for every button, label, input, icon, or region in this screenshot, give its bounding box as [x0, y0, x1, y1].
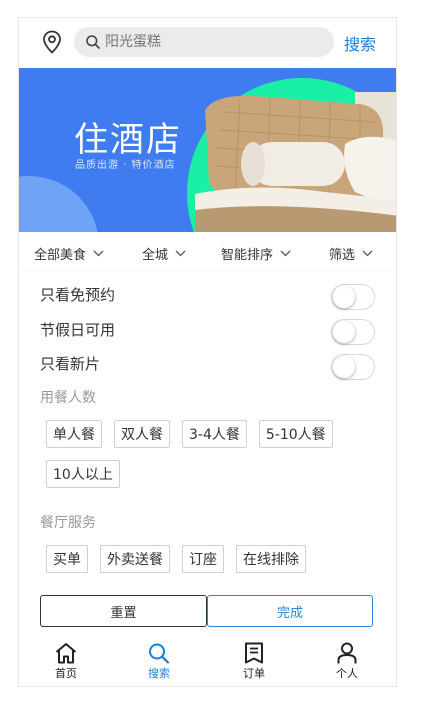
- service-option[interactable]: 在线排除: [236, 545, 306, 573]
- search-input[interactable]: [105, 34, 305, 50]
- filter-sort[interactable]: 智能排序: [221, 244, 291, 263]
- diners-section-title: 用餐人数: [40, 390, 96, 406]
- search-icon: [86, 35, 100, 49]
- tab-search[interactable]: 搜索: [129, 642, 189, 681]
- toggle-label-holiday: 节假日可用: [40, 321, 116, 339]
- bottom-tab-bar: 首页 搜索 订单 个人: [19, 640, 396, 686]
- done-button[interactable]: 完成: [207, 595, 373, 627]
- diner-option[interactable]: 双人餐: [114, 420, 170, 448]
- toggle-knob: [333, 286, 355, 308]
- filter-label: 全部美食: [34, 248, 87, 263]
- search-box[interactable]: [74, 27, 334, 57]
- profile-icon: [337, 642, 357, 664]
- tab-label: 个人: [336, 667, 358, 680]
- filter-label: 全城: [142, 248, 169, 263]
- banner-decor-circle: [19, 176, 99, 232]
- tab-orders[interactable]: 订单: [224, 642, 284, 681]
- tab-label: 订单: [243, 667, 265, 680]
- filter-bar: 全部美食 全城 智能排序 筛选: [19, 232, 396, 273]
- chevron-down-icon: [175, 250, 186, 257]
- home-icon: [55, 643, 77, 664]
- services-section-title: 餐厅服务: [40, 515, 96, 531]
- diner-option[interactable]: 5-10人餐: [258, 420, 333, 448]
- banner-title: 住酒店: [74, 120, 182, 160]
- header: 搜索: [19, 18, 396, 68]
- diners-options: 单人餐 双人餐 3-4人餐 5-10人餐 10人以上: [46, 420, 376, 488]
- toggle-new[interactable]: [331, 354, 375, 380]
- toggle-holiday[interactable]: [331, 319, 375, 345]
- filter-category[interactable]: 全部美食: [34, 244, 104, 263]
- services-options: 买单 外卖送餐 订座 在线排除: [46, 545, 376, 573]
- search-icon: [149, 643, 170, 664]
- toggle-no-reservation[interactable]: [331, 284, 375, 310]
- hotel-banner[interactable]: 住酒店 品质出游 · 特价酒店: [19, 68, 396, 232]
- service-option[interactable]: 买单: [46, 545, 88, 573]
- search-button[interactable]: 搜索: [344, 31, 376, 55]
- chevron-down-icon: [280, 250, 291, 257]
- tab-profile[interactable]: 个人: [317, 642, 377, 681]
- filter-area[interactable]: 全城: [142, 244, 186, 263]
- toggle-knob: [333, 321, 355, 343]
- service-option[interactable]: 订座: [182, 545, 224, 573]
- chevron-down-icon: [362, 250, 373, 257]
- filter-label: 筛选: [329, 248, 356, 263]
- location-pin-icon[interactable]: [39, 29, 65, 55]
- diner-option[interactable]: 3-4人餐: [182, 420, 247, 448]
- filter-panel: 只看免预约 节假日可用 只看新片 用餐人数 单人餐 双人餐 3-4人餐 5-10…: [19, 272, 396, 640]
- diner-option[interactable]: 10人以上: [46, 460, 120, 488]
- filter-more[interactable]: 筛选: [329, 244, 373, 263]
- tab-label: 首页: [55, 667, 77, 680]
- filter-label: 智能排序: [221, 248, 274, 263]
- banner-subtitle: 品质出游 · 特价酒店: [75, 160, 176, 171]
- tab-label: 搜索: [148, 667, 170, 680]
- tab-home[interactable]: 首页: [36, 642, 96, 681]
- diner-option[interactable]: 单人餐: [46, 420, 102, 448]
- bed-pillows-image: [195, 92, 396, 232]
- order-icon: [245, 642, 263, 664]
- toggle-knob: [333, 356, 355, 378]
- toggle-label-new: 只看新片: [40, 355, 101, 373]
- toggle-label-no-reservation: 只看免预约: [40, 286, 116, 304]
- service-option[interactable]: 外卖送餐: [100, 545, 170, 573]
- reset-button[interactable]: 重置: [40, 595, 207, 627]
- chevron-down-icon: [93, 250, 104, 257]
- phone-frame: 搜索 住酒店 品质出游 · 特价酒店: [18, 17, 397, 687]
